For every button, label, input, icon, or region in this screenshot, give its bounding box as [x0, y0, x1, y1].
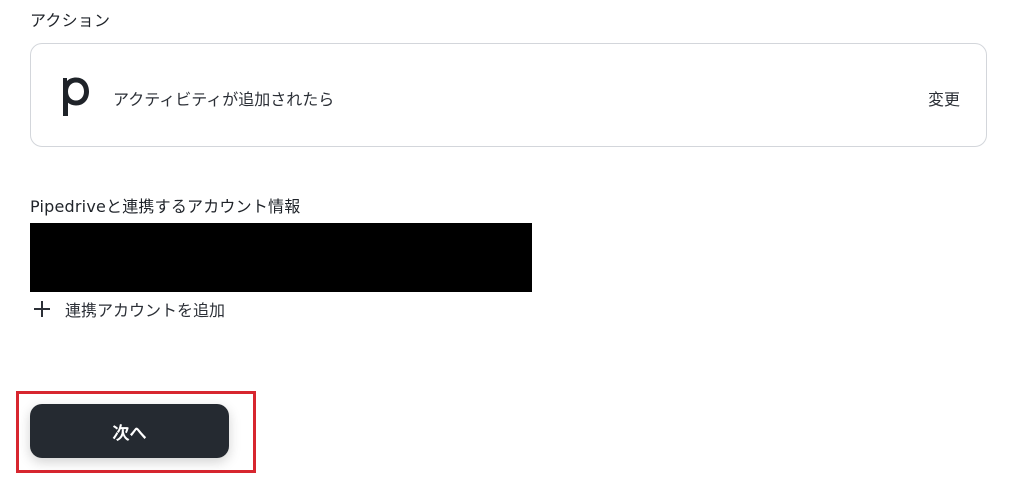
- page: アクション アクティビティが追加されたら 変更 Pipedriveと連携するアカ…: [0, 0, 1009, 483]
- plus-icon: [33, 300, 51, 318]
- add-account-button[interactable]: 連携アカウントを追加: [33, 297, 225, 321]
- action-section-label: アクション: [30, 11, 111, 30]
- pipedrive-logo-icon: [59, 72, 93, 118]
- account-section-label: Pipedriveと連携するアカウント情報: [30, 197, 301, 216]
- action-card[interactable]: アクティビティが追加されたら 変更: [30, 43, 987, 147]
- add-account-label: 連携アカウントを追加: [65, 301, 226, 320]
- change-button[interactable]: 変更: [928, 86, 960, 110]
- action-title: アクティビティが追加されたら: [113, 90, 335, 109]
- account-select-redacted[interactable]: [30, 223, 532, 292]
- next-button[interactable]: 次へ: [30, 404, 229, 458]
